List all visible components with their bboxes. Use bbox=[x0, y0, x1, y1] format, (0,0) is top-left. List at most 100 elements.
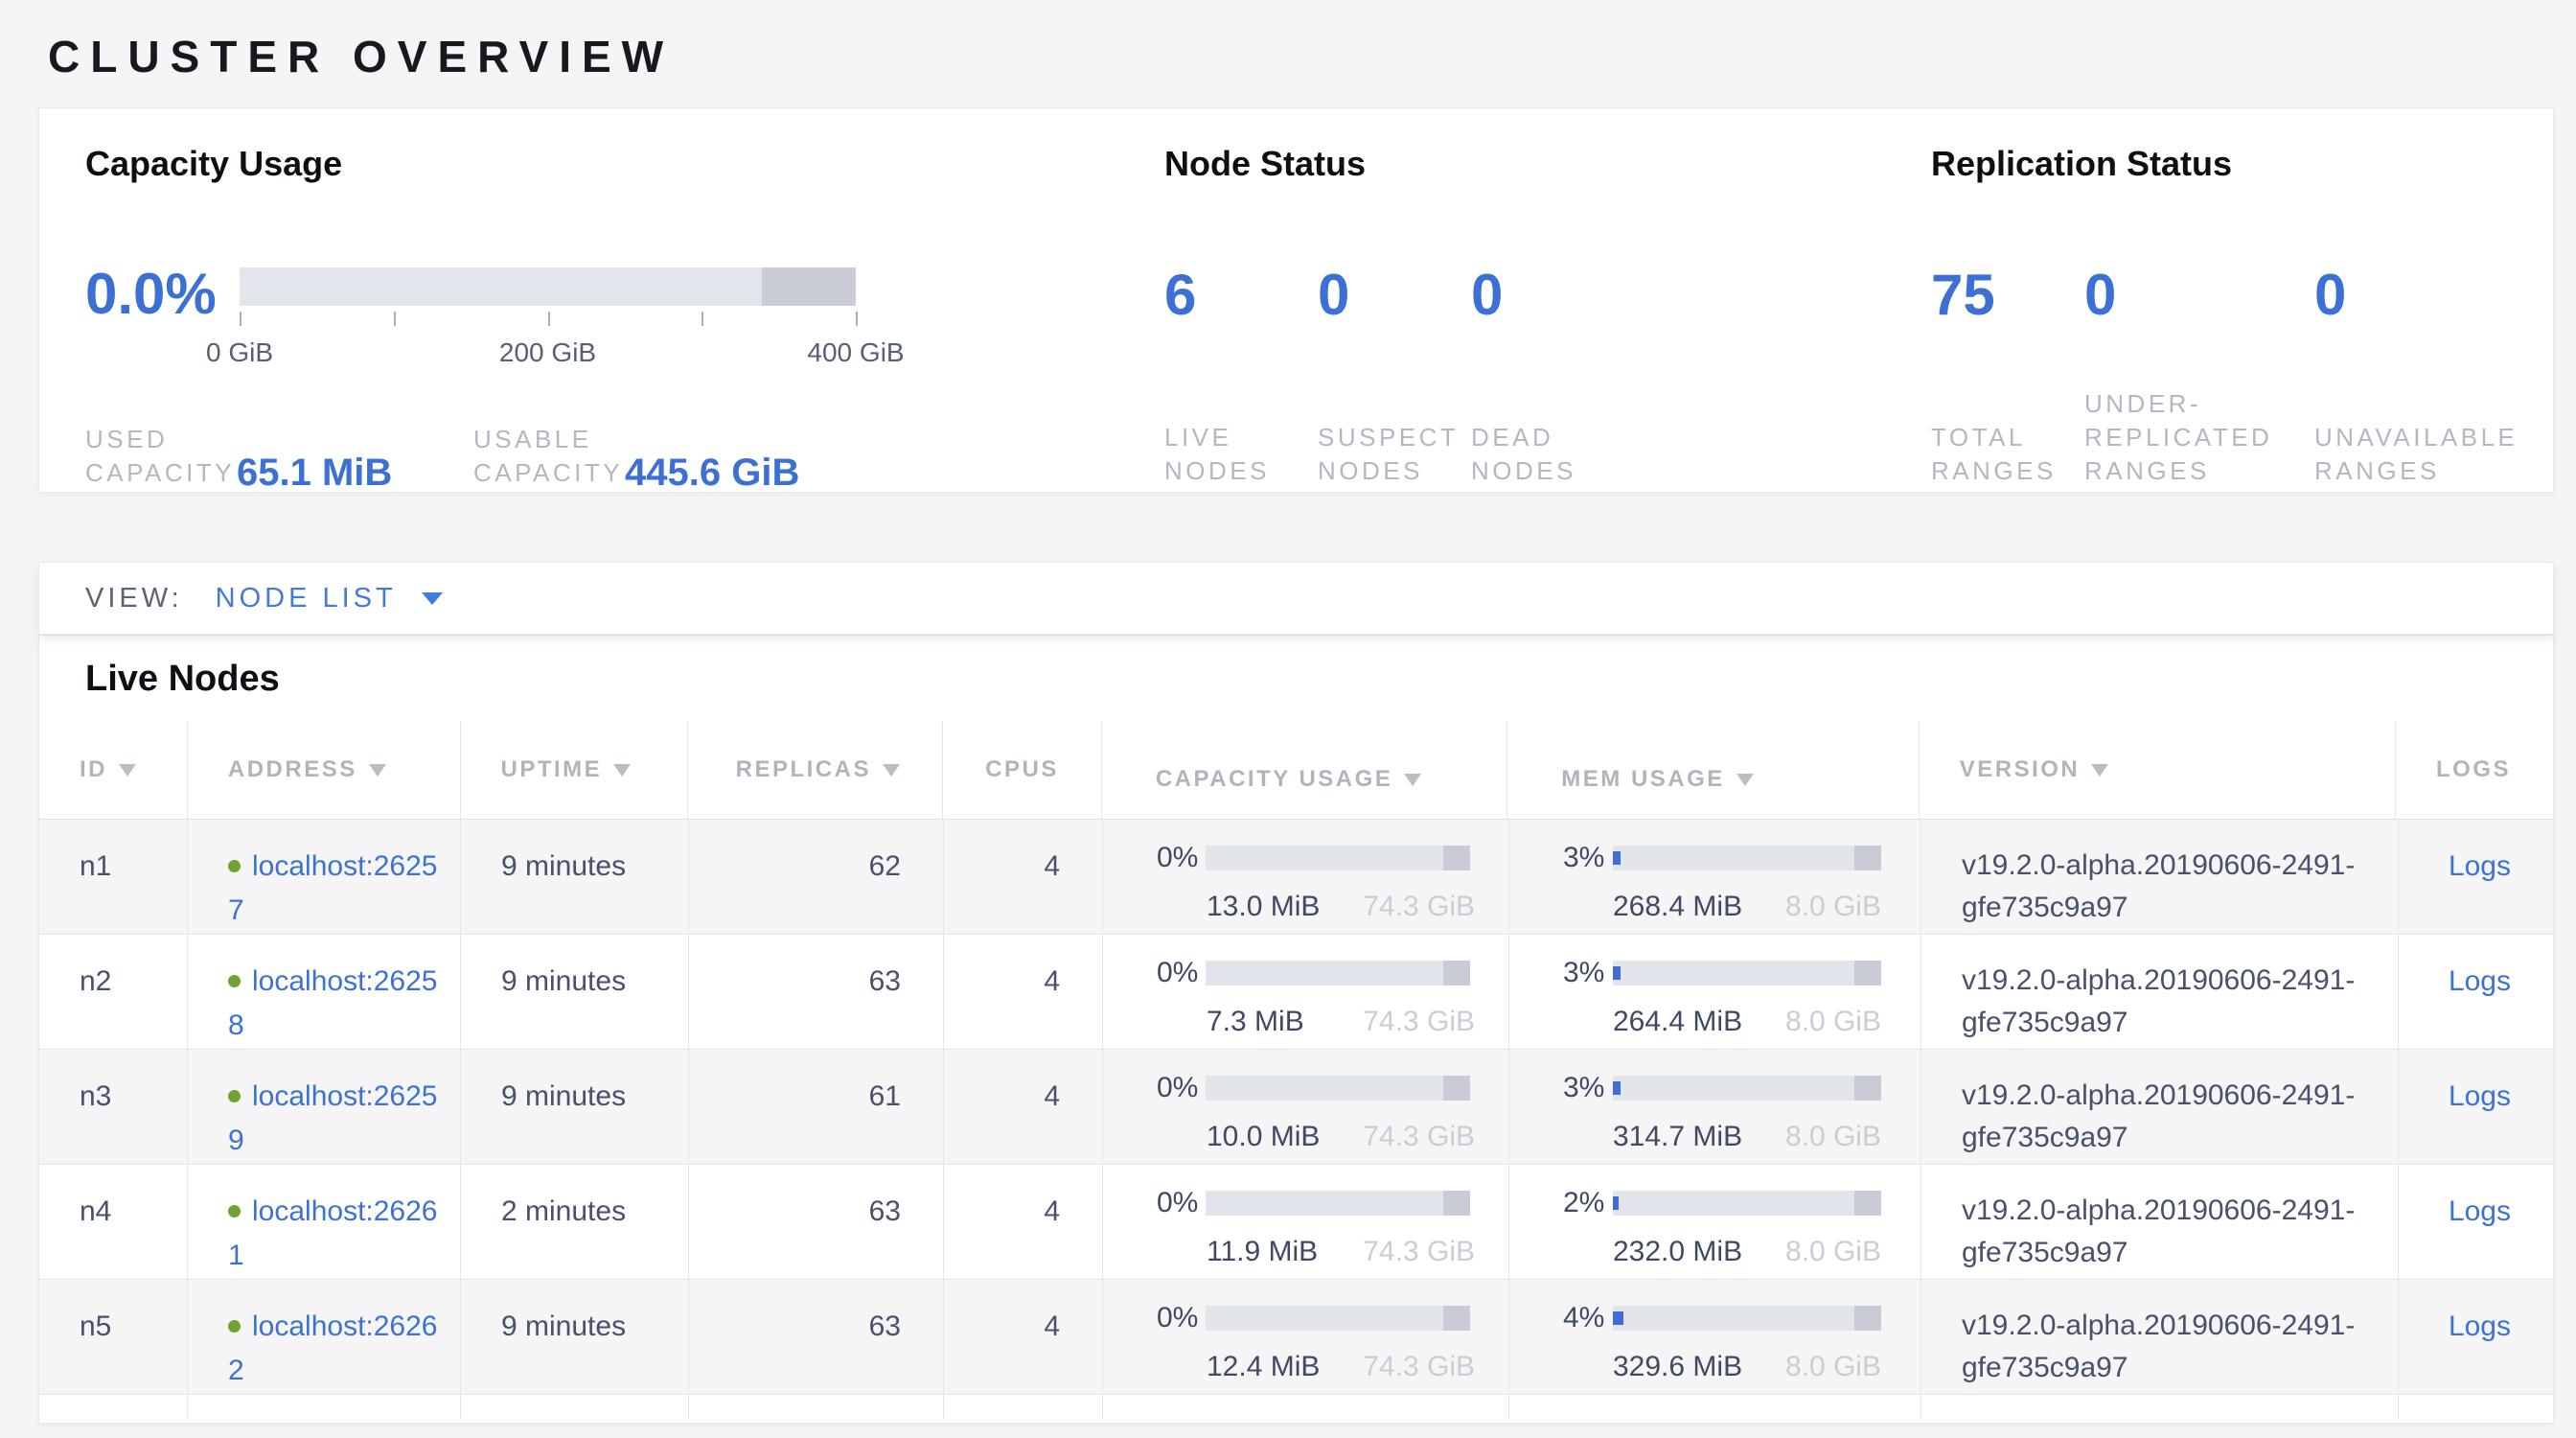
capacity-bar bbox=[1206, 1191, 1470, 1216]
node-uptime-cell: 9 minutes bbox=[461, 935, 689, 1049]
node-live-status-icon bbox=[228, 1205, 241, 1218]
table-row-partial bbox=[39, 1395, 2553, 1420]
usable-capacity-label: USABLE CAPACITY bbox=[473, 423, 625, 490]
node-live-status-icon bbox=[228, 1320, 241, 1333]
sort-desc-icon bbox=[1404, 774, 1421, 786]
used-capacity-label: USED CAPACITY bbox=[85, 423, 237, 490]
node-logs-cell: Logs bbox=[2399, 1280, 2553, 1394]
node-logs-cell: Logs bbox=[2399, 1165, 2553, 1279]
column-header-cpus: CPUS bbox=[943, 721, 1102, 819]
column-header-logs: LOGS bbox=[2396, 721, 2553, 819]
node-capacity-cell: 0% 12.4 MiB74.3 GiB bbox=[1103, 1280, 1509, 1394]
node-uptime-cell: 2 minutes bbox=[461, 1165, 689, 1279]
cluster-overview-page: CLUSTER OVERVIEW Capacity Usage 0.0% bbox=[0, 0, 2576, 1424]
node-version-cell: v19.2.0-alpha.20190606-2491-gfe735c9a97 bbox=[1921, 1050, 2399, 1164]
capacity-bar bbox=[1206, 1076, 1470, 1101]
mem-bar bbox=[1613, 846, 1881, 870]
capacity-usage-section: Capacity Usage 0.0% 0 GiB 20 bbox=[85, 143, 1159, 490]
node-mem-cell: 4% 329.6 MiB8.0 GiB bbox=[1509, 1280, 1921, 1394]
column-header-id[interactable]: ID bbox=[39, 721, 188, 819]
live-nodes-stat: 6 LIVE NODES bbox=[1164, 266, 1318, 488]
sort-desc-icon bbox=[883, 764, 900, 777]
node-uptime-cell: 9 minutes bbox=[461, 1050, 689, 1164]
node-logs-cell: Logs bbox=[2399, 935, 2553, 1049]
node-cpus-cell: 4 bbox=[944, 1050, 1103, 1164]
node-capacity-cell: 0% 13.0 MiB74.3 GiB bbox=[1103, 820, 1509, 934]
mem-bar bbox=[1613, 1076, 1881, 1101]
live-nodes-card: Live Nodes ID ADDRESS UPTIME REPLICAS CP… bbox=[38, 635, 2554, 1424]
table-row-n3: n3 localhost:26259 9 minutes 61 4 0% 10.… bbox=[39, 1050, 2553, 1165]
view-dropdown-value[interactable]: NODE LIST bbox=[216, 583, 397, 615]
node-address-link[interactable]: localhost:26259 bbox=[228, 1080, 437, 1156]
logs-link[interactable]: Logs bbox=[2449, 1080, 2511, 1112]
node-address-link[interactable]: localhost:26262 bbox=[228, 1310, 437, 1386]
column-header-uptime[interactable]: UPTIME bbox=[461, 721, 689, 819]
used-capacity-stat: USED CAPACITY 65.1 MiB bbox=[85, 423, 473, 490]
logs-link[interactable]: Logs bbox=[2449, 965, 2511, 997]
table-header-row: ID ADDRESS UPTIME REPLICAS CPUS CAPACITY… bbox=[39, 721, 2553, 820]
node-cpus-cell: 4 bbox=[944, 935, 1103, 1049]
capacity-percent: 0.0% bbox=[85, 266, 240, 323]
capacity-bar bbox=[240, 267, 856, 306]
node-address-link[interactable]: localhost:26258 bbox=[228, 965, 437, 1041]
node-uptime-cell: 9 minutes bbox=[461, 1280, 689, 1394]
capacity-usage-heading: Capacity Usage bbox=[85, 143, 1159, 185]
column-header-capacity-usage[interactable]: CAPACITY USAGE bbox=[1102, 721, 1507, 819]
node-status-heading: Node Status bbox=[1164, 143, 1931, 185]
live-nodes-heading: Live Nodes bbox=[85, 659, 2553, 700]
node-replicas-cell: 62 bbox=[689, 820, 944, 934]
node-cpus-cell: 4 bbox=[944, 820, 1103, 934]
table-row-n5: n5 localhost:26262 9 minutes 63 4 0% 12.… bbox=[39, 1280, 2553, 1395]
node-replicas-cell: 63 bbox=[689, 1165, 944, 1279]
node-address-link[interactable]: localhost:26261 bbox=[228, 1195, 437, 1271]
column-header-mem-usage[interactable]: MEM USAGE bbox=[1507, 721, 1919, 819]
under-replicated-ranges-stat: 0 UNDER- REPLICATED RANGES bbox=[2084, 266, 2314, 488]
column-header-version[interactable]: VERSION bbox=[1920, 721, 2396, 819]
mem-bar bbox=[1613, 1306, 1881, 1331]
logs-link[interactable]: Logs bbox=[2449, 1310, 2511, 1342]
column-header-address[interactable]: ADDRESS bbox=[188, 721, 461, 819]
node-address-cell: localhost:26261 bbox=[188, 1165, 461, 1279]
suspect-nodes-label: SUSPECT NODES bbox=[1318, 421, 1471, 488]
replication-status-section: Replication Status 75 TOTAL RANGES 0 UND… bbox=[1931, 143, 2544, 488]
axis-tick bbox=[548, 312, 550, 326]
node-version-cell: v19.2.0-alpha.20190606-2491-gfe735c9a97 bbox=[1921, 820, 2399, 934]
chevron-down-icon bbox=[422, 592, 443, 605]
logs-link[interactable]: Logs bbox=[2449, 1195, 2511, 1227]
axis-tick-label: 0 GiB bbox=[206, 337, 273, 368]
mem-bar bbox=[1613, 961, 1881, 986]
axis-tick bbox=[856, 312, 858, 326]
view-dropdown[interactable]: NODE LIST bbox=[216, 583, 443, 615]
node-live-status-icon bbox=[228, 975, 241, 987]
page-title: CLUSTER OVERVIEW bbox=[48, 31, 2576, 82]
replication-status-heading: Replication Status bbox=[1931, 143, 2544, 185]
unavailable-ranges-stat: 0 UNAVAILABLE RANGES bbox=[2314, 266, 2518, 488]
table-row-n2: n2 localhost:26258 9 minutes 63 4 0% 7.3… bbox=[39, 935, 2553, 1050]
table-row-n1: n1 localhost:26257 9 minutes 62 4 0% 13.… bbox=[39, 820, 2553, 935]
total-ranges-count: 75 bbox=[1931, 266, 2084, 325]
dead-nodes-label: DEAD NODES bbox=[1471, 421, 1576, 488]
node-mem-cell: 3% 314.7 MiB8.0 GiB bbox=[1509, 1050, 1921, 1164]
node-version-cell: v19.2.0-alpha.20190606-2491-gfe735c9a97 bbox=[1921, 1280, 2399, 1394]
under-replicated-ranges-count: 0 bbox=[2084, 266, 2314, 325]
axis-tick-label: 200 GiB bbox=[499, 337, 596, 368]
live-nodes-label: LIVE NODES bbox=[1164, 421, 1318, 488]
unavailable-ranges-count: 0 bbox=[2314, 266, 2518, 325]
node-mem-cell: 3% 268.4 MiB8.0 GiB bbox=[1509, 820, 1921, 934]
node-address-link[interactable]: localhost:26257 bbox=[228, 850, 437, 926]
usable-capacity-value: 445.6 GiB bbox=[625, 453, 799, 492]
view-bar: VIEW: NODE LIST bbox=[38, 562, 2554, 635]
logs-link[interactable]: Logs bbox=[2449, 850, 2511, 882]
mem-bar bbox=[1613, 1191, 1881, 1216]
capacity-bar bbox=[1206, 846, 1470, 870]
node-id-cell: n1 bbox=[39, 820, 188, 934]
dead-nodes-stat: 0 DEAD NODES bbox=[1471, 266, 1576, 488]
usable-capacity-stat: USABLE CAPACITY 445.6 GiB bbox=[473, 423, 862, 490]
node-id-cell: n3 bbox=[39, 1050, 188, 1164]
live-nodes-table: ID ADDRESS UPTIME REPLICAS CPUS CAPACITY… bbox=[39, 721, 2553, 1420]
node-id-cell: n4 bbox=[39, 1165, 188, 1279]
suspect-nodes-count: 0 bbox=[1318, 266, 1471, 325]
node-id-cell: n2 bbox=[39, 935, 188, 1049]
column-header-replicas[interactable]: REPLICAS bbox=[688, 721, 943, 819]
node-status-section: Node Status 6 LIVE NODES 0 SUSPECT NODES bbox=[1164, 143, 1931, 488]
